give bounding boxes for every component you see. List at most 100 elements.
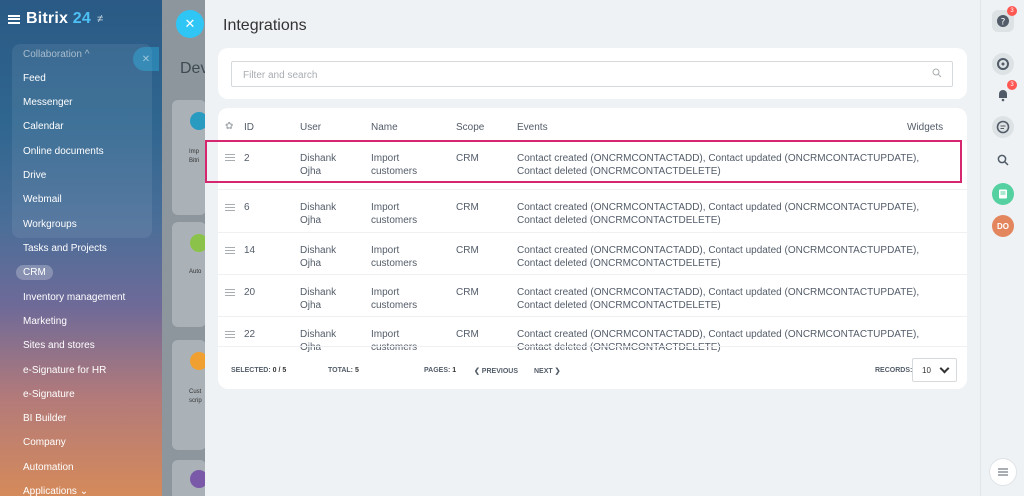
bell-icon — [999, 90, 1007, 102]
cell-name: Import customers — [371, 286, 417, 312]
copilot-button[interactable] — [992, 53, 1014, 75]
total-value: 5 — [354, 367, 359, 374]
records-value: 10 — [922, 366, 931, 375]
column-header-name[interactable]: Name — [371, 122, 398, 133]
cell-user: Dishank Ojha — [300, 152, 336, 178]
menu-icon[interactable] — [8, 14, 20, 24]
name-line1: Import — [371, 153, 400, 164]
search-input[interactable]: Filter and search — [231, 61, 953, 87]
name-line1: Import — [371, 287, 400, 298]
name-line1: Import — [371, 245, 400, 256]
cell-scope: CRM — [456, 329, 479, 340]
column-header-events[interactable]: Events — [517, 122, 548, 133]
drag-handle-icon[interactable] — [225, 154, 235, 161]
grid-footer: Selected: 0 / 5 Total: 5 Pages: 1 ❮ Prev… — [218, 346, 967, 389]
close-slider-button[interactable]: ✕ — [176, 10, 204, 38]
user-first: Dishank — [300, 287, 337, 298]
ghost-close-icon: ✕ — [133, 47, 159, 71]
user-first: Dishank — [300, 202, 337, 213]
sidebar-item-sites[interactable]: Sites and stores — [23, 340, 95, 351]
sidebar-item-tasks[interactable]: Tasks and Projects — [23, 243, 107, 254]
total-label: Total: — [328, 367, 354, 374]
sidebar-item-webmail[interactable]: Webmail — [23, 194, 62, 205]
svg-text:?: ? — [1001, 18, 1006, 28]
sidebar-item-feed[interactable]: Feed — [23, 73, 46, 84]
column-header-widgets[interactable]: Widgets — [907, 122, 943, 133]
page-title: Integrations — [223, 17, 307, 34]
events-line2: Contact deleted (ONCRMCONTACTDELETE) — [517, 300, 721, 311]
gear-icon[interactable]: ✿ — [225, 121, 233, 132]
integrations-grid: ✿ ID User Name Scope Events Widgets 2 Di… — [205, 108, 967, 389]
sidebar-item-online-documents[interactable]: Online documents — [23, 146, 104, 157]
sidebar-item-inventory[interactable]: Inventory management — [23, 292, 125, 303]
sidebar-item-company[interactable]: Company — [23, 437, 66, 448]
cell-user: Dishank Ojha — [300, 286, 336, 312]
right-toolbar: ? 3 3 DO — [980, 0, 1024, 496]
cell-id: 14 — [244, 245, 256, 256]
bg-card-text: Auto — [189, 269, 202, 275]
table-row[interactable]: 14 Dishank Ojha Import customers CRM Conta… — [218, 232, 967, 275]
messages-button[interactable] — [992, 116, 1014, 138]
brand-logo[interactable]: Bitrix 24 — [26, 10, 91, 28]
events-line2: Contact deleted (ONCRMCONTACTDELETE) — [517, 215, 721, 226]
previous-page-link[interactable]: ❮ Previous — [474, 367, 518, 375]
sidebar-item-esign[interactable]: e-Signature — [23, 389, 75, 400]
notification-badge: 3 — [1007, 80, 1017, 90]
drag-handle-icon[interactable] — [225, 247, 235, 254]
column-header-id[interactable]: ID — [244, 122, 254, 133]
cell-user: Dishank Ojha — [300, 244, 336, 270]
pages-value[interactable]: 1 — [452, 367, 456, 374]
user-first: Dishank — [300, 245, 337, 256]
cell-events: Contact created (ONCRMCONTACTADD), Conta… — [517, 286, 919, 312]
user-first: Dishank — [300, 153, 337, 164]
sidebar-item-drive[interactable]: Drive — [23, 170, 46, 181]
chat-icon — [996, 120, 1010, 134]
search-icon — [997, 154, 1009, 166]
column-header-user[interactable]: User — [300, 122, 321, 133]
menu-button[interactable] — [989, 458, 1017, 486]
contacts-button[interactable] — [992, 183, 1014, 205]
next-page-link[interactable]: Next ❯ — [534, 367, 560, 375]
brand-text: Bitrix — [26, 10, 69, 27]
search-icon[interactable] — [932, 68, 942, 78]
drag-handle-icon[interactable] — [225, 289, 235, 296]
name-line1: Import — [371, 202, 400, 213]
sidebar-item-messenger[interactable]: Messenger — [23, 97, 72, 108]
events-line1: Contact created (ONCRMCONTACTADD), Conta… — [517, 287, 920, 298]
records-per-page-select[interactable]: 10 — [912, 358, 957, 382]
table-row[interactable]: 20 Dishank Ojha Import customers CRM Conta… — [218, 274, 967, 317]
selected-value: 0 / 5 — [272, 367, 287, 374]
drag-handle-icon[interactable] — [225, 331, 235, 338]
cell-id: 22 — [244, 329, 256, 340]
table-row[interactable]: 2 Dishank Ojha Import customers CRM Contac… — [205, 140, 962, 183]
sidebar-item-bi-builder[interactable]: BI Builder — [23, 413, 66, 424]
search-button[interactable] — [992, 149, 1014, 171]
sidebar-item-applications[interactable]: Applications ⌄ — [23, 486, 88, 496]
user-last: Ojha — [300, 215, 322, 226]
table-row[interactable]: 22 Dishank Ojha Import customers CRM Conta… — [218, 316, 967, 353]
help-button[interactable]: ? 3 — [992, 6, 1017, 32]
contacts-icon — [999, 189, 1007, 199]
sidebar-item-workgroups[interactable]: Workgroups — [23, 219, 77, 230]
user-last: Ojha — [300, 300, 322, 311]
user-first: Dishank — [300, 329, 337, 340]
sidebar-item-esign-hr[interactable]: e-Signature for HR — [23, 365, 106, 376]
sidebar-item-crm[interactable]: CRM — [16, 265, 53, 280]
chevron-down-icon — [939, 363, 950, 374]
name-line2: customers — [371, 215, 418, 226]
user-last: Ojha — [300, 258, 322, 269]
sidebar-item-calendar[interactable]: Calendar — [23, 121, 64, 132]
notifications-button[interactable]: 3 — [992, 80, 1017, 106]
column-header-scope[interactable]: Scope — [456, 122, 484, 133]
collaboration-header[interactable]: Collaboration ^ — [23, 49, 89, 60]
pin-icon[interactable]: ≠ — [97, 13, 103, 25]
table-row[interactable]: 6 Dishank Ojha Import customers CRM Contac… — [218, 189, 967, 232]
avatar[interactable]: DO — [992, 215, 1014, 237]
drag-handle-icon[interactable] — [225, 204, 235, 211]
user-last: Ojha — [300, 166, 322, 177]
events-line1: Contact created (ONCRMCONTACTADD), Conta… — [517, 153, 920, 164]
sidebar-item-automation[interactable]: Automation — [23, 462, 74, 473]
records-label: Records: — [875, 367, 913, 374]
sidebar-item-marketing[interactable]: Marketing — [23, 316, 67, 327]
cell-id: 2 — [244, 153, 250, 164]
